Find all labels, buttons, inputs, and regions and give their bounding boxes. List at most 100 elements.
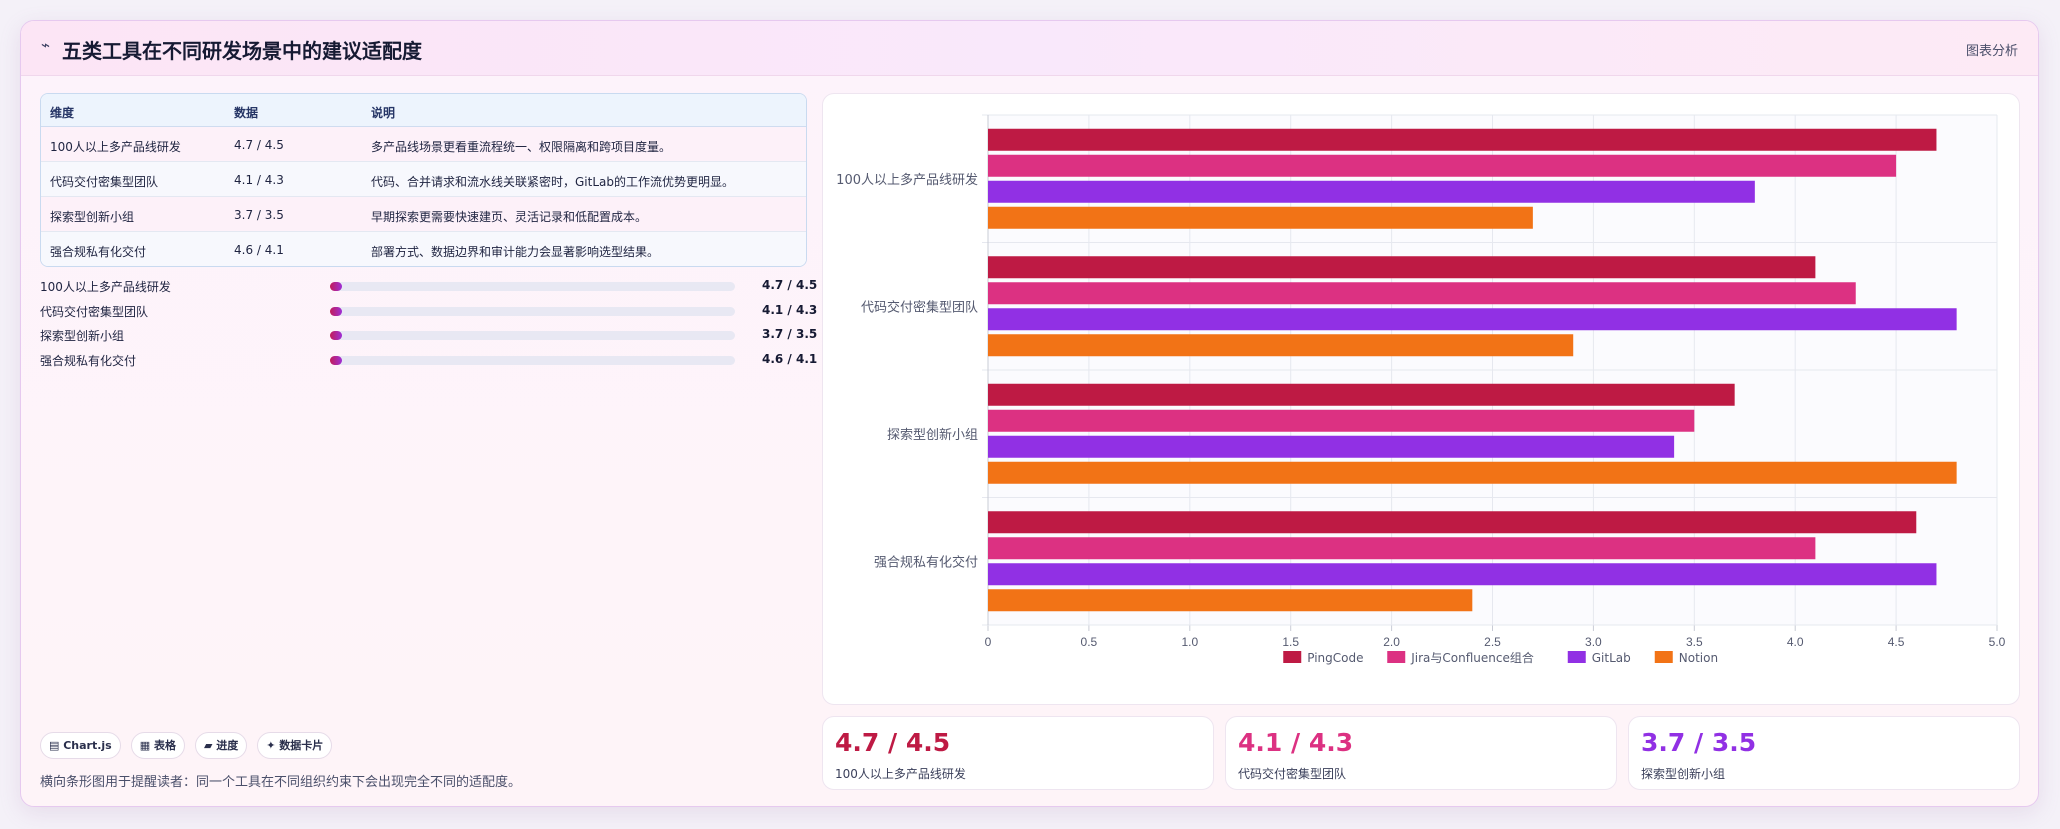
- kpi-value: 4.1 / 4.3: [1238, 728, 1354, 757]
- legend-label: Jira与Confluence组合: [1410, 650, 1534, 665]
- progress-fill: [330, 356, 343, 365]
- progress-value: 4.6 / 4.1: [762, 352, 818, 366]
- table-cell-description: 部署方式、数据边界和审计能力会显著影响选型结果。: [371, 245, 660, 259]
- table-row: 100人以上多产品线研发 4.7 / 4.5 多产品线场景更看重流程统一、权限隔…: [41, 127, 806, 162]
- kpi-label: 100人以上多产品线研发: [835, 767, 966, 781]
- x-tick-label: 4.5: [1888, 635, 1905, 649]
- bar-notion: [988, 461, 1957, 484]
- table-cell-dimension: 探索型创新小组: [50, 210, 135, 224]
- bar-gitlab: [988, 180, 1755, 203]
- progress-track: [330, 356, 735, 365]
- table-row: 代码交付密集型团队 4.1 / 4.3 代码、合并请求和流水线关联紧密时，Git…: [41, 162, 806, 197]
- table-row: 探索型创新小组 3.7 / 3.5 早期探索更需要快速建页、灵活记录和低配置成本…: [41, 197, 806, 232]
- kpi-label: 探索型创新小组: [1641, 767, 1726, 781]
- bar-notion: [988, 334, 1574, 357]
- bar-jira-confluence-: [988, 282, 1856, 305]
- x-tick-label: 3.5: [1686, 635, 1703, 649]
- table-cell-data: 3.7 / 3.5: [234, 208, 284, 222]
- bar-jira-confluence-: [988, 154, 1897, 177]
- chart-line-icon: ⌁: [41, 36, 51, 54]
- bar-notion: [988, 206, 1533, 229]
- y-tick-label: 强合规私有化交付: [874, 554, 978, 570]
- bar-gitlab: [988, 435, 1675, 458]
- table-cell-data: 4.7 / 4.5: [234, 138, 284, 152]
- card-header: ⌁ 五类工具在不同研发场景中的建议适配度 图表分析: [21, 21, 2038, 76]
- x-tick-label: 3.0: [1585, 635, 1602, 649]
- x-tick-label: 0: [985, 635, 992, 649]
- progress-row: 强合规私有化交付 4.6 / 4.1: [40, 351, 817, 369]
- y-tick-label: 100人以上多产品线研发: [836, 172, 978, 188]
- progress-track: [330, 331, 735, 340]
- table-cell-data: 4.6 / 4.1: [234, 243, 284, 257]
- x-tick-label: 1.5: [1282, 635, 1299, 649]
- chip-progress[interactable]: ▰ 进度: [194, 732, 248, 759]
- legend-label: Notion: [1679, 651, 1718, 665]
- x-tick-label: 5.0: [1989, 635, 2006, 649]
- progress-fill: [330, 282, 343, 291]
- progress-value: 3.7 / 3.5: [762, 327, 818, 341]
- progress-track: [330, 282, 735, 291]
- bar-pingcode: [988, 511, 1917, 534]
- legend-label: GitLab: [1592, 651, 1631, 665]
- table-cell-description: 早期探索更需要快速建页、灵活记录和低配置成本。: [371, 210, 648, 224]
- y-tick-label: 代码交付密集型团队: [861, 299, 978, 315]
- kpi-value: 4.7 / 4.5: [835, 728, 951, 757]
- progress-label: 探索型创新小组: [40, 329, 125, 343]
- column-header-dimension: 维度: [50, 106, 75, 120]
- kpi-value: 3.7 / 3.5: [1641, 728, 1757, 757]
- bar-gitlab: [988, 308, 1957, 331]
- progress-label: 100人以上多产品线研发: [40, 280, 171, 294]
- x-tick-label: 1.0: [1181, 635, 1198, 649]
- table-cell-description: 代码、合并请求和流水线关联紧密时，GitLab的工作流优势更明显。: [371, 175, 734, 189]
- legend-swatch: [1387, 651, 1406, 663]
- x-tick-label: 2.5: [1484, 635, 1501, 649]
- dashboard-card: ⌁ 五类工具在不同研发场景中的建议适配度 图表分析 维度 数据 说明 100人以…: [20, 20, 2039, 807]
- table-cell-dimension: 代码交付密集型团队: [50, 175, 159, 189]
- bar-pingcode: [988, 128, 1937, 151]
- progress-fill: [330, 307, 343, 316]
- progress-fill: [330, 331, 343, 340]
- bar-gitlab: [988, 563, 1937, 586]
- chart-analysis-link[interactable]: 图表分析: [1966, 40, 2018, 59]
- table-cell-dimension: 强合规私有化交付: [50, 245, 147, 259]
- progress-row: 100人以上多产品线研发 4.7 / 4.5: [40, 277, 817, 295]
- chart-panel: 0 0.5 1.0 1.5 2.0 2.5 3.0 3.5 4.0 4.5 5.0 100人以上多产品…: [822, 93, 2020, 705]
- legend-swatch: [1567, 651, 1586, 663]
- column-header-data: 数据: [234, 106, 259, 120]
- progress-row: 代码交付密集型团队 4.1 / 4.3: [40, 302, 817, 320]
- bar-pingcode: [988, 256, 1816, 279]
- bar-jira-confluence-: [988, 537, 1816, 560]
- progress-row: 探索型创新小组 3.7 / 3.5: [40, 326, 817, 344]
- progress-label: 强合规私有化交付: [40, 354, 137, 368]
- progress-value: 4.7 / 4.5: [762, 278, 818, 292]
- legend-label: PingCode: [1307, 651, 1363, 665]
- progress-track: [330, 307, 735, 316]
- progress-label: 代码交付密集型团队: [40, 305, 149, 319]
- kpi-card: 4.7 / 4.5 100人以上多产品线研发: [822, 716, 1214, 790]
- kpi-label: 代码交付密集型团队: [1238, 767, 1347, 781]
- table-row: 强合规私有化交付 4.6 / 4.1 部署方式、数据边界和审计能力会显著影响选型…: [41, 232, 806, 266]
- y-tick-label: 探索型创新小组: [887, 427, 978, 443]
- chip-table[interactable]: ▦ 表格: [130, 732, 185, 759]
- table-cell-dimension: 100人以上多产品线研发: [50, 140, 181, 154]
- chip-data-card[interactable]: ✦ 数据卡片: [257, 732, 333, 759]
- legend-swatch: [1283, 651, 1302, 663]
- x-tick-label: 4.0: [1787, 635, 1804, 649]
- chip-chartjs[interactable]: ▤ Chart.js: [40, 732, 121, 759]
- column-header-description: 说明: [371, 106, 396, 120]
- bar-pingcode: [988, 383, 1735, 406]
- table-cell-description: 多产品线场景更看重流程统一、权限隔离和跨项目度量。: [371, 140, 672, 154]
- feature-chips: ▤ Chart.js ▦ 表格 ▰ 进度 ✦ 数据卡片: [40, 732, 342, 759]
- x-tick-label: 0.5: [1081, 635, 1098, 649]
- bar-jira-confluence-: [988, 409, 1695, 432]
- data-table: 维度 数据 说明 100人以上多产品线研发 4.7 / 4.5 多产品线场景更看…: [40, 93, 807, 267]
- kpi-card: 4.1 / 4.3 代码交付密集型团队: [1225, 716, 1617, 790]
- legend-swatch: [1654, 651, 1673, 663]
- table-cell-data: 4.1 / 4.3: [234, 173, 284, 187]
- kpi-card: 3.7 / 3.5 探索型创新小组: [1628, 716, 2020, 790]
- bar-chart: 0 0.5 1.0 1.5 2.0 2.5 3.0 3.5 4.0 4.5 5.0 100人以上多产品…: [836, 114, 2006, 665]
- table-header: 维度 数据 说明: [41, 94, 806, 127]
- x-tick-label: 2.0: [1383, 635, 1400, 649]
- bar-notion: [988, 589, 1473, 612]
- page-title: 五类工具在不同研发场景中的建议适配度: [62, 39, 422, 63]
